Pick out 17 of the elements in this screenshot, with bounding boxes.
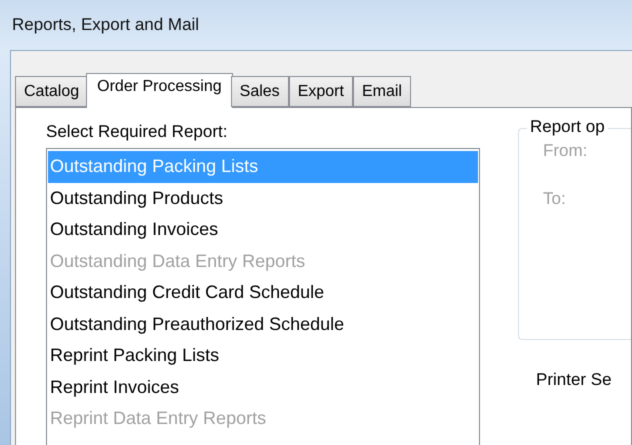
tab[interactable]: Email [352, 76, 411, 107]
field-label: From: [543, 141, 588, 161]
list-item[interactable]: Reprint Packing Lists [48, 340, 478, 372]
list-label: Select Required Report: [46, 122, 228, 142]
tab[interactable]: Sales [230, 76, 289, 107]
list-item[interactable]: Outstanding Invoices [48, 214, 478, 246]
list-item[interactable]: Outstanding Products [48, 182, 478, 214]
group-title: Printer Se [536, 370, 613, 390]
group-title: Report op [527, 117, 608, 137]
list-item[interactable]: Reprint Invoices [48, 372, 478, 403]
field-label: To: [543, 189, 567, 209]
tab[interactable]: Catalog [15, 76, 88, 107]
tab[interactable]: Export [288, 76, 353, 107]
list-item[interactable]: Outstanding Credit Card Schedule [48, 277, 478, 308]
tab[interactable]: Order Processing [86, 73, 233, 108]
window-title: Reports, Export and Mail [12, 15, 200, 35]
list-item[interactable]: Outstanding Preauthorized Schedule [48, 308, 478, 340]
